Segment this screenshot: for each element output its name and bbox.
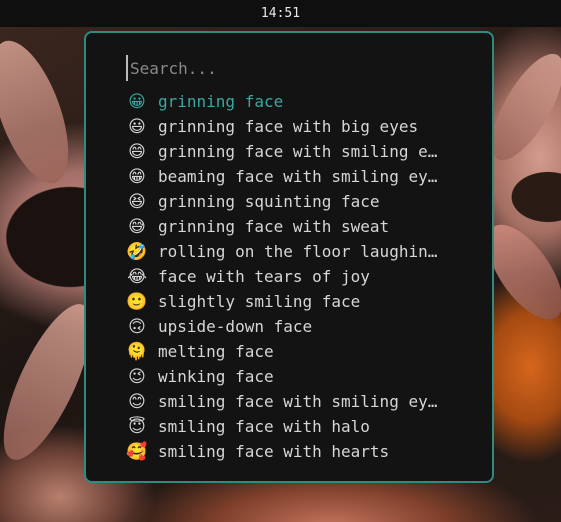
list-item[interactable]: 😀 grinning face — [126, 89, 466, 114]
emoji-icon: 😁 — [128, 166, 146, 187]
search-input[interactable] — [126, 55, 460, 81]
emoji-label: beaming face with smiling ey… — [158, 167, 438, 186]
emoji-result-list: 😀 grinning face 😃 grinning face with big ey… — [126, 89, 466, 464]
emoji-label: grinning face with smiling e… — [158, 142, 438, 161]
emoji-icon: 😃 — [128, 116, 146, 137]
emoji-label: winking face — [158, 367, 274, 386]
list-item[interactable]: 😆 grinning squinting face — [126, 189, 466, 214]
emoji-picker-launcher: 😀 grinning face 😃 grinning face with big ey… — [84, 31, 494, 483]
emoji-icon: 🥰 — [126, 441, 148, 462]
list-item[interactable]: 😇 smiling face with halo — [126, 414, 466, 439]
list-item[interactable]: 🙃 upside-down face — [126, 314, 466, 339]
emoji-label: grinning face with sweat — [158, 217, 390, 236]
emoji-label: face with tears of joy — [158, 267, 370, 286]
emoji-label: grinning face with big eyes — [158, 117, 419, 136]
clock: 14:51 — [260, 6, 301, 21]
emoji-label: smiling face with halo — [158, 417, 370, 436]
emoji-icon: 🙃 — [128, 316, 146, 337]
emoji-label: slightly smiling face — [158, 292, 361, 311]
emoji-icon: 😊 — [128, 391, 146, 412]
emoji-label: upside-down face — [158, 317, 313, 336]
list-item[interactable]: 🫠 melting face — [126, 339, 466, 364]
list-item[interactable]: 😂 face with tears of joy — [126, 264, 466, 289]
emoji-icon: 😂 — [127, 266, 147, 287]
emoji-label: smiling face with hearts — [158, 442, 390, 461]
emoji-label: melting face — [158, 342, 274, 361]
list-item[interactable]: 🙂 slightly smiling face — [126, 289, 466, 314]
emoji-icon: 😇 — [128, 416, 146, 437]
emoji-label: smiling face with smiling ey… — [158, 392, 438, 411]
list-item[interactable]: 😉 winking face — [126, 364, 466, 389]
emoji-icon: 😉 — [128, 366, 146, 387]
emoji-icon: 😀 — [128, 91, 146, 112]
list-item[interactable]: 😅 grinning face with sweat — [126, 214, 466, 239]
emoji-icon: 😆 — [128, 191, 146, 212]
list-item[interactable]: 🥰 smiling face with hearts — [126, 439, 466, 464]
emoji-icon: 😅 — [128, 216, 146, 237]
emoji-label: grinning face — [158, 92, 284, 111]
list-item[interactable]: 🤣 rolling on the floor laughin… — [126, 239, 466, 264]
list-item[interactable]: 😁 beaming face with smiling ey… — [126, 164, 466, 189]
top-bar: 14:51 — [0, 0, 561, 27]
emoji-label: grinning squinting face — [158, 192, 380, 211]
emoji-icon: 😄 — [128, 141, 146, 162]
list-item[interactable]: 😃 grinning face with big eyes — [126, 114, 466, 139]
emoji-label: rolling on the floor laughin… — [158, 242, 438, 261]
list-item[interactable]: 😄 grinning face with smiling e… — [126, 139, 466, 164]
emoji-icon: 🙂 — [126, 291, 148, 312]
emoji-icon: 🫠 — [126, 341, 148, 362]
list-item[interactable]: 😊 smiling face with smiling ey… — [126, 389, 466, 414]
emoji-icon: 🤣 — [126, 241, 148, 262]
